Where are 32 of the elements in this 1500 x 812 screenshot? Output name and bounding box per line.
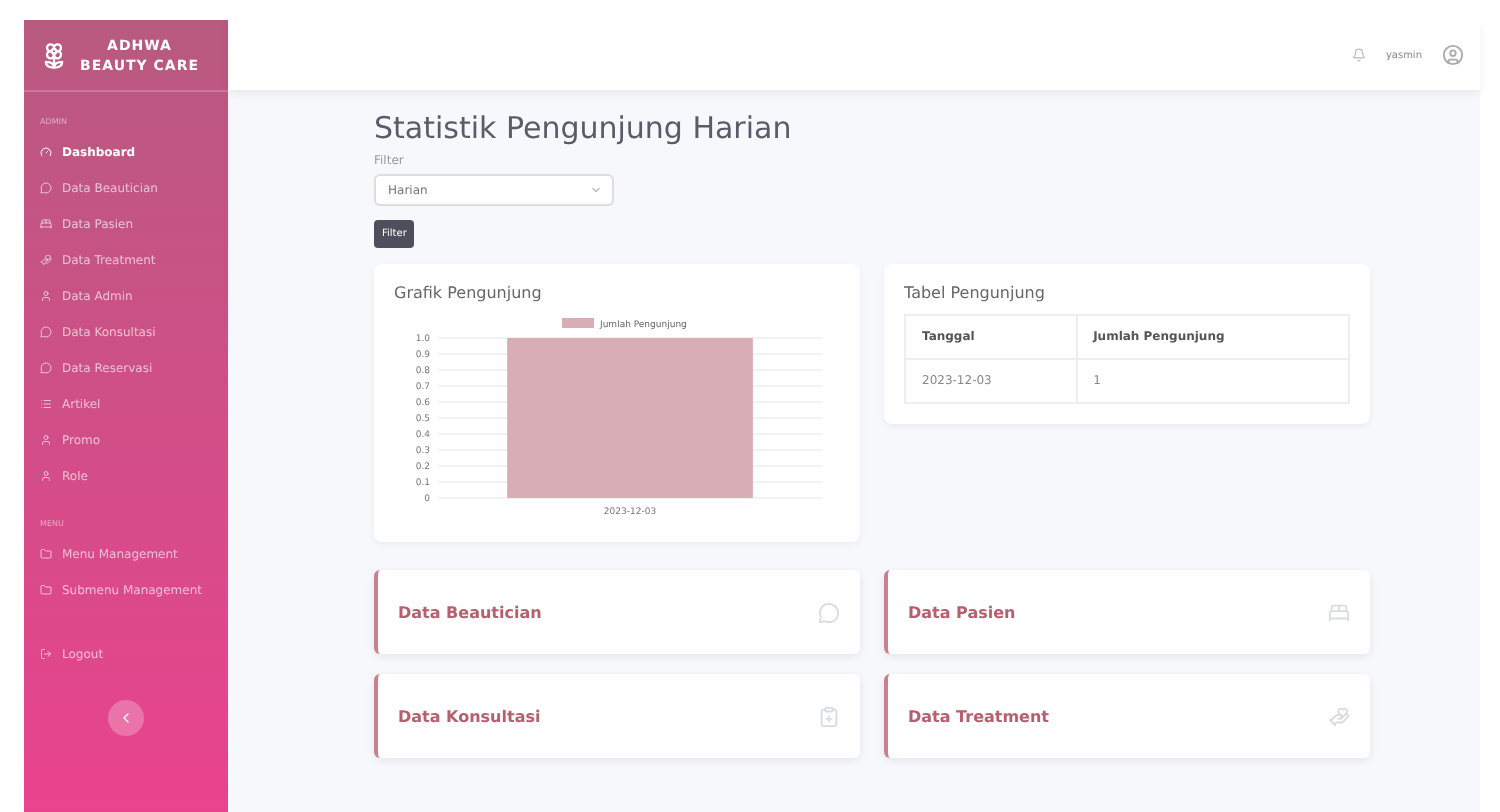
- chevron-left-icon: [118, 710, 134, 726]
- chat-bubble-icon: [40, 182, 52, 194]
- stat-card-title: Data Treatment: [908, 707, 1049, 725]
- card-title: Grafik Pengunjung: [394, 284, 544, 302]
- chat-bubble-icon: [40, 326, 52, 338]
- chat-bubble-icon: [40, 362, 52, 374]
- user-icon: [40, 434, 52, 446]
- folder-icon: [40, 584, 52, 596]
- stat-card-title: Data Pasien: [908, 603, 1016, 621]
- stat-card[interactable]: Data Treatment: [884, 674, 1370, 758]
- bed-icon: [1328, 601, 1350, 623]
- stat-card-title: Data Beautician: [398, 603, 542, 621]
- page-title: Statistik Pengunjung Harian: [374, 110, 794, 146]
- stat-card[interactable]: Data Pasien: [884, 570, 1370, 654]
- logout-icon: [40, 648, 52, 660]
- user-avatar-icon[interactable]: [1442, 44, 1464, 66]
- chevron-down-icon: [590, 184, 602, 196]
- list-icon: [40, 398, 52, 410]
- stat-card[interactable]: Data Beautician: [374, 570, 860, 654]
- stat-card[interactable]: Data Konsultasi: [374, 674, 860, 758]
- user-icon: [40, 470, 52, 482]
- bed-icon: [40, 218, 52, 230]
- stat-card-title: Data Konsultasi: [398, 707, 541, 725]
- card-title: Tabel Pengunjung: [904, 284, 1047, 302]
- gauge-icon: [40, 146, 52, 158]
- chat-bubble-icon: [818, 601, 840, 623]
- flower-logo-icon: [40, 41, 68, 69]
- user-icon: [40, 290, 52, 302]
- clipboard-icon: [818, 705, 840, 727]
- folder-icon: [40, 548, 52, 560]
- bell-icon[interactable]: [1351, 48, 1366, 62]
- sidebar-toggle-button[interactable]: [108, 700, 144, 736]
